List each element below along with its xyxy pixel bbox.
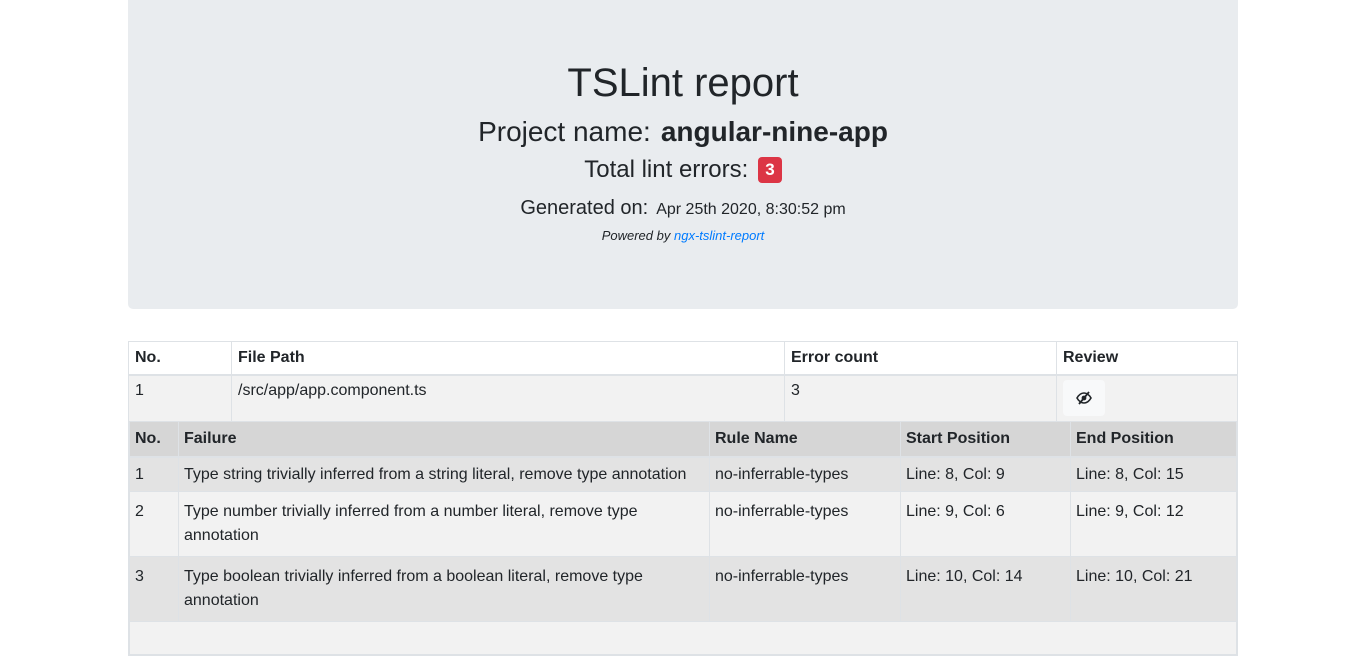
col-header-file-path: File Path bbox=[231, 341, 785, 376]
failure-text: Type string trivially inferred from a st… bbox=[178, 456, 710, 492]
failure-start: Line: 9, Col: 6 bbox=[900, 490, 1071, 557]
project-name: angular-nine-app bbox=[660, 116, 888, 147]
total-errors-label: Total lint errors: bbox=[584, 156, 749, 183]
failure-end: Line: 10, Col: 21 bbox=[1070, 555, 1237, 622]
report-header: TSLint report Project name: angular-nine-… bbox=[128, 0, 1238, 309]
col-header-failure-no: No. bbox=[129, 421, 179, 458]
table-row: 1 Type string trivially inferred from a … bbox=[129, 456, 1237, 492]
col-header-no: No. bbox=[128, 341, 232, 376]
failure-no: 2 bbox=[129, 490, 179, 557]
table-footer-spacer bbox=[129, 620, 1237, 655]
failure-no: 3 bbox=[129, 555, 179, 622]
failure-rule: no-inferrable-types bbox=[709, 555, 901, 622]
powered-by-link[interactable]: ngx-tslint-report bbox=[674, 228, 764, 243]
project-line: Project name: angular-nine-app bbox=[128, 115, 1238, 149]
page-title: TSLint report bbox=[567, 61, 799, 105]
table-row: 1 /src/app/app.component.ts 3 bbox=[128, 374, 1238, 422]
failure-text: Type boolean trivially inferred from a b… bbox=[178, 555, 710, 622]
col-header-start-position: Start Position bbox=[900, 421, 1071, 458]
failure-start: Line: 10, Col: 14 bbox=[900, 555, 1071, 622]
failures-table: No. Failure Rule Name Start Position End… bbox=[129, 421, 1237, 655]
generated-line: Generated on: Apr 25th 2020, 8:30:52 pm bbox=[128, 195, 1238, 223]
failures-table-header: No. Failure Rule Name Start Position End… bbox=[129, 421, 1237, 458]
file-path: /src/app/app.component.ts bbox=[231, 374, 785, 422]
failure-text: Type number trivially inferred from a nu… bbox=[178, 490, 710, 557]
col-header-rule-name: Rule Name bbox=[709, 421, 901, 458]
files-table: No. File Path Error count Review 1 /src/… bbox=[128, 341, 1238, 656]
col-header-end-position: End Position bbox=[1070, 421, 1237, 458]
file-error-count: 3 bbox=[784, 374, 1057, 422]
col-header-failure: Failure bbox=[178, 421, 710, 458]
error-count-badge: 3 bbox=[758, 157, 782, 183]
powered-by-label: Powered by bbox=[601, 228, 671, 243]
failure-rule: no-inferrable-types bbox=[709, 456, 901, 492]
files-table-header: No. File Path Error count Review bbox=[128, 341, 1238, 376]
file-no: 1 bbox=[128, 374, 232, 422]
spacer-cell bbox=[129, 620, 1237, 655]
failure-end: Line: 9, Col: 12 bbox=[1070, 490, 1237, 557]
generated-label: Generated on: bbox=[520, 197, 649, 219]
failure-no: 1 bbox=[129, 456, 179, 492]
failure-rule: no-inferrable-types bbox=[709, 490, 901, 557]
failures-container: No. Failure Rule Name Start Position End… bbox=[128, 420, 1238, 656]
eye-slash-icon bbox=[1076, 391, 1092, 405]
review-toggle-button[interactable] bbox=[1063, 380, 1105, 416]
total-errors-line: Total lint errors: 3 bbox=[128, 155, 1238, 185]
failure-end: Line: 8, Col: 15 bbox=[1070, 456, 1237, 492]
col-header-error-count: Error count bbox=[784, 341, 1057, 376]
powered-by: Powered by ngx-tslint-report bbox=[128, 228, 1238, 244]
review-cell bbox=[1056, 374, 1238, 422]
project-label: Project name: bbox=[478, 116, 651, 147]
table-row: 2 Type number trivially inferred from a … bbox=[129, 490, 1237, 557]
failure-start: Line: 8, Col: 9 bbox=[900, 456, 1071, 492]
table-row: 3 Type boolean trivially inferred from a… bbox=[129, 555, 1237, 622]
col-header-review: Review bbox=[1056, 341, 1238, 376]
generated-value: Apr 25th 2020, 8:30:52 pm bbox=[656, 201, 846, 218]
failures-row: No. Failure Rule Name Start Position End… bbox=[128, 420, 1238, 656]
